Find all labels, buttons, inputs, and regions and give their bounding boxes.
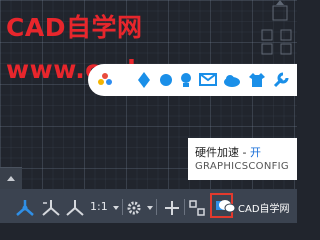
tooltip-command: GRAPHICSCONFIG [195,161,289,172]
tooltip-state: 开 [249,146,261,159]
isolate-icon[interactable] [188,199,206,217]
chevron-down-icon[interactable] [146,199,154,217]
annotation-visibility-icon[interactable] [40,199,62,217]
flower-icon[interactable] [136,71,152,89]
divider [156,199,157,215]
viewcube-icon[interactable] [253,0,297,62]
annotation-scale-icon[interactable] [14,199,36,217]
wechat-account-name: CAD自学网 [238,204,290,215]
watermark-title: CAD自学网 [6,13,143,42]
flower-icon[interactable] [96,71,114,89]
wrench-icon[interactable] [272,71,290,89]
wechat-icon [219,200,236,213]
chevron-down-icon[interactable] [112,199,120,217]
cloud-icon[interactable] [222,71,242,89]
auto-scale-icon[interactable] [64,199,86,217]
hardware-acceleration-tooltip: 硬件加速 - 开 GRAPHICSCONFIG [188,138,297,180]
wechat-badge: CAD自学网 [216,194,297,218]
chevron-up-icon [7,176,15,181]
email-icon[interactable] [198,71,218,89]
tooltip-label: 硬件加速 - [195,146,250,159]
gear-icon[interactable] [126,199,142,217]
divider [184,199,185,215]
tooltip-title: 硬件加速 - 开 [195,144,261,160]
floating-toolbar [88,64,297,96]
shirt-icon[interactable] [248,71,266,89]
flower-icon[interactable] [158,71,174,89]
panel-expand-button[interactable] [0,167,22,190]
divider [122,199,123,215]
bulb-icon[interactable] [179,71,193,89]
annotation-scale-value[interactable]: 1:1 [90,200,108,213]
plus-icon[interactable] [164,199,180,217]
